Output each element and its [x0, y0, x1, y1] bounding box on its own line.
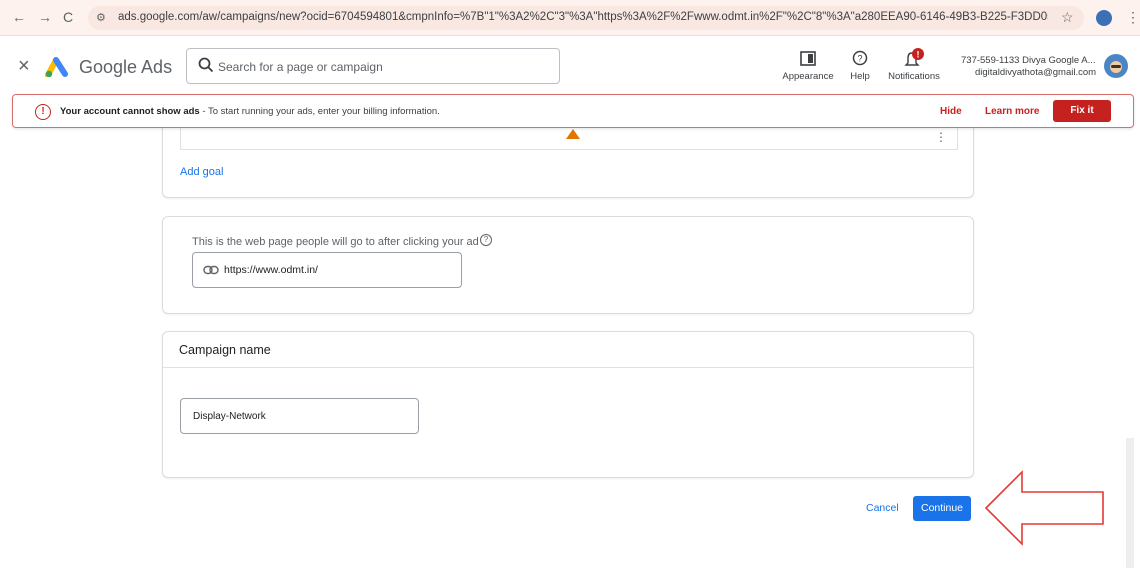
- bookmark-star-icon[interactable]: ☆: [1061, 9, 1074, 26]
- help-label: Help: [850, 71, 870, 82]
- alert-message: Your account cannot show ads - To start …: [60, 106, 440, 117]
- cancel-button[interactable]: Cancel: [866, 502, 899, 514]
- link-icon: [203, 265, 219, 275]
- billing-alert-banner: ! Your account cannot show ads - To star…: [12, 94, 1134, 128]
- bell-icon: !: [904, 48, 924, 66]
- final-url-value[interactable]: https://www.odmt.in/: [224, 264, 318, 276]
- site-settings-icon[interactable]: ⚙: [96, 11, 106, 24]
- warning-icon: [566, 129, 580, 139]
- svg-text:!: !: [917, 50, 920, 60]
- account-email[interactable]: digitaldivyathota@gmail.com: [975, 67, 1096, 78]
- google-ads-logo-icon: [45, 57, 68, 77]
- appearance-label: Appearance: [782, 71, 834, 82]
- alert-bold-text: Your account cannot show ads: [60, 106, 200, 117]
- add-goal-link[interactable]: Add goal: [180, 166, 223, 178]
- account-id[interactable]: 737-559-1133 Divya Google A...: [961, 55, 1096, 66]
- reload-icon[interactable]: C: [63, 9, 73, 25]
- search-placeholder: Search for a page or campaign: [218, 60, 383, 74]
- appearance-button[interactable]: Appearance: [782, 48, 834, 82]
- browser-menu-icon[interactable]: ⋮: [1126, 9, 1140, 26]
- help-button[interactable]: ? Help: [847, 48, 873, 82]
- scrollbar[interactable]: [1126, 438, 1134, 568]
- back-icon[interactable]: ←: [12, 9, 26, 25]
- help-icon: ?: [852, 50, 868, 66]
- brand-name: Google Ads: [79, 57, 173, 77]
- campaign-name-value[interactable]: Display-Network: [193, 411, 266, 422]
- forward-icon[interactable]: →: [38, 9, 52, 25]
- browser-profile-icon[interactable]: [1096, 10, 1112, 26]
- campaign-name-title: Campaign name: [179, 343, 271, 357]
- hide-link[interactable]: Hide: [940, 106, 962, 117]
- url-text[interactable]: ads.google.com/aw/campaigns/new?ocid=670…: [118, 11, 1048, 23]
- avatar[interactable]: [1104, 54, 1128, 78]
- continue-button[interactable]: Continue: [913, 496, 971, 521]
- notifications-label: Notifications: [888, 71, 940, 82]
- final-url-label: This is the web page people will go to a…: [192, 236, 479, 248]
- search-icon: [198, 57, 214, 73]
- help-circle-icon[interactable]: ?: [480, 234, 492, 246]
- svg-text:?: ?: [857, 54, 862, 64]
- alert-body-text: - To start running your ads, enter your …: [199, 106, 440, 117]
- notifications-button[interactable]: ! Notifications: [884, 48, 944, 82]
- annotation-arrow-icon: [984, 470, 1104, 546]
- close-icon[interactable]: ×: [18, 56, 30, 76]
- error-icon: !: [35, 104, 51, 120]
- card-divider: [163, 367, 973, 368]
- learn-more-link[interactable]: Learn more: [985, 106, 1039, 117]
- goal-row-menu-icon[interactable]: ⋮: [935, 130, 947, 144]
- avatar-face-icon: [1110, 61, 1122, 73]
- appearance-icon: [800, 51, 816, 66]
- browser-toolbar: ← → C ⚙ ads.google.com/aw/campaigns/new?…: [0, 0, 1140, 36]
- fix-it-button[interactable]: Fix it: [1053, 100, 1111, 122]
